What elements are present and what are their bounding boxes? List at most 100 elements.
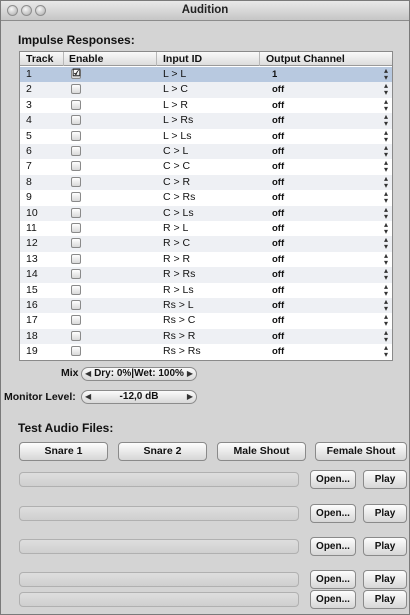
table-row[interactable]: 17 Rs > C off ▴ ▾ — [20, 313, 392, 328]
output-channel-select[interactable]: off — [272, 223, 284, 234]
enable-checkbox[interactable] — [71, 161, 81, 172]
output-channel-select[interactable]: off — [272, 238, 284, 249]
column-header-input-id[interactable]: Input ID — [163, 53, 202, 65]
output-channel-select[interactable]: off — [272, 285, 284, 296]
audio-file-path-field[interactable] — [19, 592, 299, 607]
output-channel-select[interactable]: off — [272, 100, 284, 111]
column-header-track[interactable]: Track — [26, 53, 53, 65]
open-file-button[interactable]: Open... — [310, 537, 356, 556]
enable-checkbox[interactable] — [71, 315, 81, 326]
output-channel-select[interactable]: off — [272, 146, 284, 157]
enable-checkbox[interactable] — [71, 84, 81, 95]
enable-checkbox[interactable] — [71, 300, 81, 310]
up-down-arrows-icon[interactable]: ▴ ▾ — [384, 236, 388, 251]
enable-checkbox[interactable] — [71, 330, 81, 341]
play-file-button[interactable]: Play — [363, 470, 407, 489]
enable-checkbox[interactable] — [71, 269, 81, 280]
play-file-button[interactable]: Play — [363, 590, 407, 609]
open-file-button[interactable]: Open... — [310, 470, 356, 489]
output-channel-select[interactable]: 1 — [272, 69, 277, 80]
column-header-output-channel[interactable]: Output Channel — [266, 53, 345, 65]
up-down-arrows-icon[interactable]: ▴ ▾ — [384, 328, 388, 343]
up-down-arrows-icon[interactable]: ▴ ▾ — [384, 174, 388, 189]
play-file-button[interactable]: Play — [363, 570, 407, 589]
enable-checkbox[interactable] — [71, 284, 81, 295]
up-down-arrows-icon[interactable]: ▴ ▾ — [384, 190, 388, 205]
table-row[interactable]: 7 C > C off ▴ ▾ — [20, 159, 392, 174]
play-file-button[interactable]: Play — [363, 504, 407, 523]
enable-checkbox[interactable] — [71, 130, 81, 141]
up-down-arrows-icon[interactable]: ▴ ▾ — [384, 159, 388, 174]
open-file-button[interactable]: Open... — [310, 504, 356, 523]
table-row[interactable]: 9 C > Rs off ▴ ▾ — [20, 190, 392, 205]
enable-checkbox[interactable] — [71, 238, 81, 249]
enable-checkbox[interactable] — [71, 146, 81, 156]
mix-increase-arrow-icon[interactable]: ▶ — [187, 368, 193, 380]
up-down-arrows-icon[interactable]: ▴ ▾ — [384, 97, 388, 112]
table-row[interactable]: 13 R > R off ▴ ▾ — [20, 251, 392, 267]
table-row[interactable]: 8 C > R off ▴ ▾ — [20, 174, 392, 191]
output-channel-select[interactable]: off — [272, 315, 284, 326]
output-channel-select[interactable]: off — [272, 177, 284, 188]
enable-checkbox[interactable] — [71, 346, 81, 357]
table-row[interactable]: 11 R > L off ▴ ▾ — [20, 221, 392, 236]
up-down-arrows-icon[interactable]: ▴ ▾ — [384, 313, 388, 328]
monitor-increase-arrow-icon[interactable]: ▶ — [187, 391, 193, 403]
up-down-arrows-icon[interactable]: ▴ ▾ — [384, 282, 388, 297]
male-shout-button[interactable]: Male Shout — [217, 442, 306, 461]
output-channel-select[interactable]: off — [272, 346, 284, 357]
enable-checkbox[interactable] — [71, 115, 81, 126]
table-row[interactable]: 6 C > L off ▴ ▾ — [20, 144, 392, 160]
up-down-arrows-icon[interactable]: ▴ ▾ — [384, 144, 388, 159]
output-channel-select[interactable]: off — [272, 84, 284, 95]
open-file-button[interactable]: Open... — [310, 570, 356, 589]
up-down-arrows-icon[interactable]: ▴ ▾ — [384, 82, 388, 97]
table-row[interactable]: 10 C > Ls off ▴ ▾ — [20, 205, 392, 221]
table-row[interactable]: 15 R > Ls off ▴ ▾ — [20, 282, 392, 298]
table-row[interactable]: 3 L > R off ▴ ▾ — [20, 97, 392, 113]
output-channel-select[interactable]: off — [272, 131, 284, 142]
female-shout-button[interactable]: Female Shout — [315, 442, 407, 461]
up-down-arrows-icon[interactable]: ▴ ▾ — [384, 298, 388, 313]
table-row[interactable]: 18 Rs > R off ▴ ▾ — [20, 328, 392, 345]
play-file-button[interactable]: Play — [363, 537, 407, 556]
enable-checkbox[interactable]: ☑ — [71, 68, 81, 79]
enable-checkbox[interactable] — [71, 223, 81, 233]
audio-file-path-field[interactable] — [19, 506, 299, 521]
audio-file-path-field[interactable] — [19, 472, 299, 487]
snare-1-button[interactable]: Snare 1 — [19, 442, 108, 461]
up-down-arrows-icon[interactable]: ▴ ▾ — [384, 67, 388, 82]
enable-checkbox[interactable] — [71, 253, 81, 264]
mix-slider[interactable]: ◀ Dry: 0%|Wet: 100% ▶ — [81, 367, 197, 381]
table-row[interactable]: 2 L > C off ▴ ▾ — [20, 82, 392, 98]
monitor-level-slider[interactable]: ◀ -12,0 dB ▶ — [81, 390, 197, 404]
enable-checkbox[interactable] — [71, 99, 81, 110]
column-header-enable[interactable]: Enable — [69, 53, 103, 65]
audio-file-path-field[interactable] — [19, 539, 299, 554]
up-down-arrows-icon[interactable]: ▴ ▾ — [384, 205, 388, 220]
output-channel-select[interactable]: off — [272, 331, 284, 342]
audio-file-path-field[interactable] — [19, 572, 299, 587]
snare-2-button[interactable]: Snare 2 — [118, 442, 207, 461]
up-down-arrows-icon[interactable]: ▴ ▾ — [384, 113, 388, 128]
output-channel-select[interactable]: off — [272, 161, 284, 172]
table-row[interactable]: 16 Rs > L off ▴ ▾ — [20, 298, 392, 314]
up-down-arrows-icon[interactable]: ▴ ▾ — [384, 221, 388, 236]
output-channel-select[interactable]: off — [272, 254, 284, 265]
table-row[interactable]: 14 R > Rs off ▴ ▾ — [20, 267, 392, 283]
table-row[interactable]: 5 L > Ls off ▴ ▾ — [20, 128, 392, 144]
enable-checkbox[interactable] — [71, 207, 81, 218]
up-down-arrows-icon[interactable]: ▴ ▾ — [384, 267, 388, 282]
table-row[interactable]: 1 ☑ L > L 1 ▴ ▾ — [20, 67, 392, 83]
enable-checkbox[interactable] — [71, 192, 81, 203]
output-channel-select[interactable]: off — [272, 208, 284, 219]
up-down-arrows-icon[interactable]: ▴ ▾ — [384, 344, 388, 359]
table-row[interactable]: 19 Rs > Rs off ▴ ▾ — [20, 344, 392, 359]
output-channel-select[interactable]: off — [272, 115, 284, 126]
output-channel-select[interactable]: off — [272, 269, 284, 280]
output-channel-select[interactable]: off — [272, 192, 284, 203]
table-row[interactable]: 12 R > C off ▴ ▾ — [20, 236, 392, 252]
enable-checkbox[interactable] — [71, 176, 81, 187]
up-down-arrows-icon[interactable]: ▴ ▾ — [384, 128, 388, 143]
table-row[interactable]: 4 L > Rs off ▴ ▾ — [20, 113, 392, 129]
